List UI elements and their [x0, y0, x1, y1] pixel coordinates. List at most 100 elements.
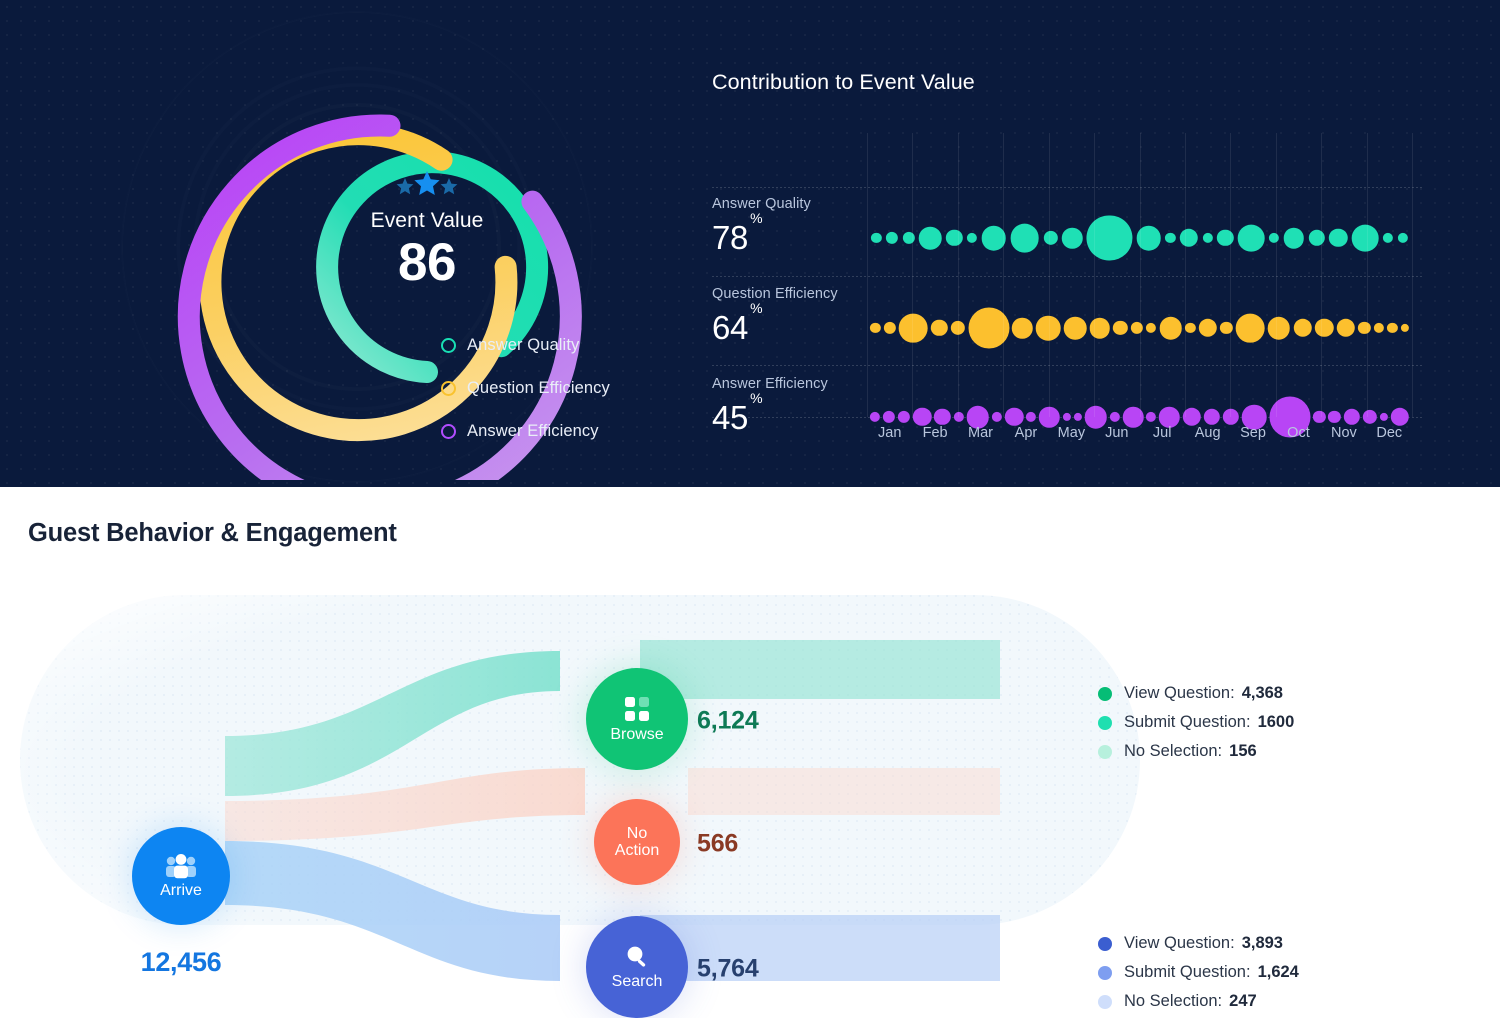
legend-value: 247: [1229, 992, 1257, 1010]
bubble: [1073, 412, 1082, 422]
bubble: [1268, 232, 1280, 244]
flow-node-search[interactable]: Search: [586, 916, 688, 1018]
legend-color-circle-icon: [441, 424, 456, 439]
legend-color-dot-icon: [1098, 744, 1112, 759]
bubble: [869, 411, 881, 423]
month-label: Dec: [1376, 425, 1403, 441]
contribution-row-label-2: Answer Efficiency 45%: [712, 375, 862, 437]
legend-label: View Question:: [1124, 934, 1235, 952]
guest-behavior-panel: Guest Behavior & Engagement Arrive 12,45…: [0, 489, 1500, 1018]
grid-line-vertical: [1139, 133, 1141, 417]
grid-line-vertical: [1048, 133, 1050, 417]
bubble: [1043, 230, 1058, 246]
bubble: [1202, 232, 1213, 244]
no-action-value: 566: [697, 829, 739, 858]
grid-line-vertical: [1275, 133, 1277, 417]
legend-label: Question Efficiency: [467, 379, 610, 397]
legend-item-question-efficiency[interactable]: Question Efficiency: [441, 367, 610, 410]
people-group-icon: [164, 853, 198, 879]
legend-color-dot-icon: [1098, 965, 1112, 980]
legend-value: 1,624: [1257, 963, 1299, 981]
flow-node-no-action[interactable]: No Action: [594, 799, 680, 885]
bubble: [1397, 232, 1408, 244]
contribution-title: Contribution to Event Value: [712, 70, 975, 94]
legend-row[interactable]: No Selection: 156: [1098, 737, 1294, 766]
overview-dark-panel: Event Value 86 Answer Quality Question E…: [0, 0, 1500, 487]
event-value-gauge: Event Value 86 Answer Quality Question E…: [100, 10, 620, 480]
bubble: [883, 321, 896, 335]
grid-line-vertical: [1184, 133, 1186, 417]
search-breakdown-legend: View Question: 3,893 Submit Question: 1,…: [1098, 929, 1299, 1016]
browse-breakdown-legend: View Question: 4,368 Submit Question: 16…: [1098, 679, 1294, 766]
legend-color-circle-icon: [441, 381, 456, 396]
legend-row[interactable]: View Question: 3,893: [1098, 929, 1299, 958]
arrive-total-value: 12,456: [140, 947, 222, 977]
bubble: [1267, 316, 1291, 340]
bubble: [1113, 320, 1128, 336]
bubble: [946, 229, 963, 247]
bubble: [1185, 322, 1196, 334]
legend-label: Submit Question:: [1124, 713, 1251, 731]
bubble: [1387, 322, 1398, 334]
search-value: 5,764: [697, 954, 759, 983]
bubble: [1004, 407, 1024, 427]
legend-label: Answer Efficiency: [467, 422, 599, 440]
bubble: [1293, 318, 1312, 338]
bubble: [1089, 317, 1110, 339]
bubble-row-question-efficiency: [867, 278, 1424, 378]
flow-node-label: Search: [611, 973, 663, 990]
legend-row[interactable]: Submit Question: 1,624: [1098, 958, 1299, 987]
bubble: [1313, 410, 1326, 424]
bubble: [1179, 228, 1199, 248]
contribution-row-label-1: Question Efficiency 64%: [712, 285, 862, 347]
row-percent: 45%: [712, 390, 763, 436]
legend-item-answer-efficiency[interactable]: Answer Efficiency: [441, 410, 610, 453]
bubble: [1328, 410, 1341, 424]
legend-label: Answer Quality: [467, 336, 580, 354]
bubble: [1382, 232, 1394, 244]
bubble: [897, 410, 911, 424]
magnifier-icon: [624, 944, 650, 970]
bubble: [1237, 224, 1265, 252]
bubble: [991, 411, 1003, 423]
guest-flow-sankey: Arrive 12,456 Browse 6,124 No Action 566…: [0, 549, 1500, 1018]
month-label: Jul: [1152, 425, 1172, 441]
bubble: [1283, 227, 1304, 249]
flow-node-label: Arrive: [160, 882, 202, 899]
legend-label: View Question:: [1124, 684, 1235, 702]
legend-color-dot-icon: [1098, 686, 1112, 701]
bubble: [870, 322, 881, 334]
grid-line-vertical: [1230, 133, 1232, 417]
legend-row[interactable]: Submit Question: 1600: [1098, 708, 1294, 737]
bubble: [1390, 407, 1410, 427]
legend-row[interactable]: View Question: 4,368: [1098, 679, 1294, 708]
legend-label: No Selection:: [1124, 742, 1223, 760]
bubble: [1146, 322, 1157, 334]
bubble: [1400, 323, 1409, 333]
month-label: Jan: [878, 425, 902, 441]
contribution-row-label-0: Answer Quality 78%: [712, 195, 862, 257]
flow-node-browse[interactable]: Browse: [586, 668, 688, 770]
bubble: [1308, 229, 1325, 247]
legend-item-answer-quality[interactable]: Answer Quality: [441, 324, 610, 367]
flow-node-arrive[interactable]: Arrive: [132, 827, 230, 925]
month-label: Sep: [1240, 425, 1266, 441]
bubble: [1198, 318, 1218, 338]
bubble: [1235, 313, 1265, 343]
bubble: [1062, 227, 1083, 249]
legend-value: 3,893: [1241, 934, 1283, 952]
bubble: [885, 231, 899, 245]
bubble: [1329, 228, 1348, 248]
legend-color-dot-icon: [1098, 715, 1112, 730]
bubble: [1010, 223, 1040, 253]
grid-line-vertical: [912, 133, 914, 417]
bubble: [1130, 321, 1143, 335]
legend-value: 1600: [1257, 713, 1295, 731]
legend-row[interactable]: No Selection: 247: [1098, 987, 1299, 1016]
flow-node-label: Browse: [610, 726, 664, 743]
legend-color-circle-icon: [441, 338, 456, 353]
bubble: [1165, 232, 1176, 244]
bubble: [871, 232, 882, 244]
flow-node-label: No Action: [614, 825, 660, 859]
bubble: [882, 410, 896, 424]
